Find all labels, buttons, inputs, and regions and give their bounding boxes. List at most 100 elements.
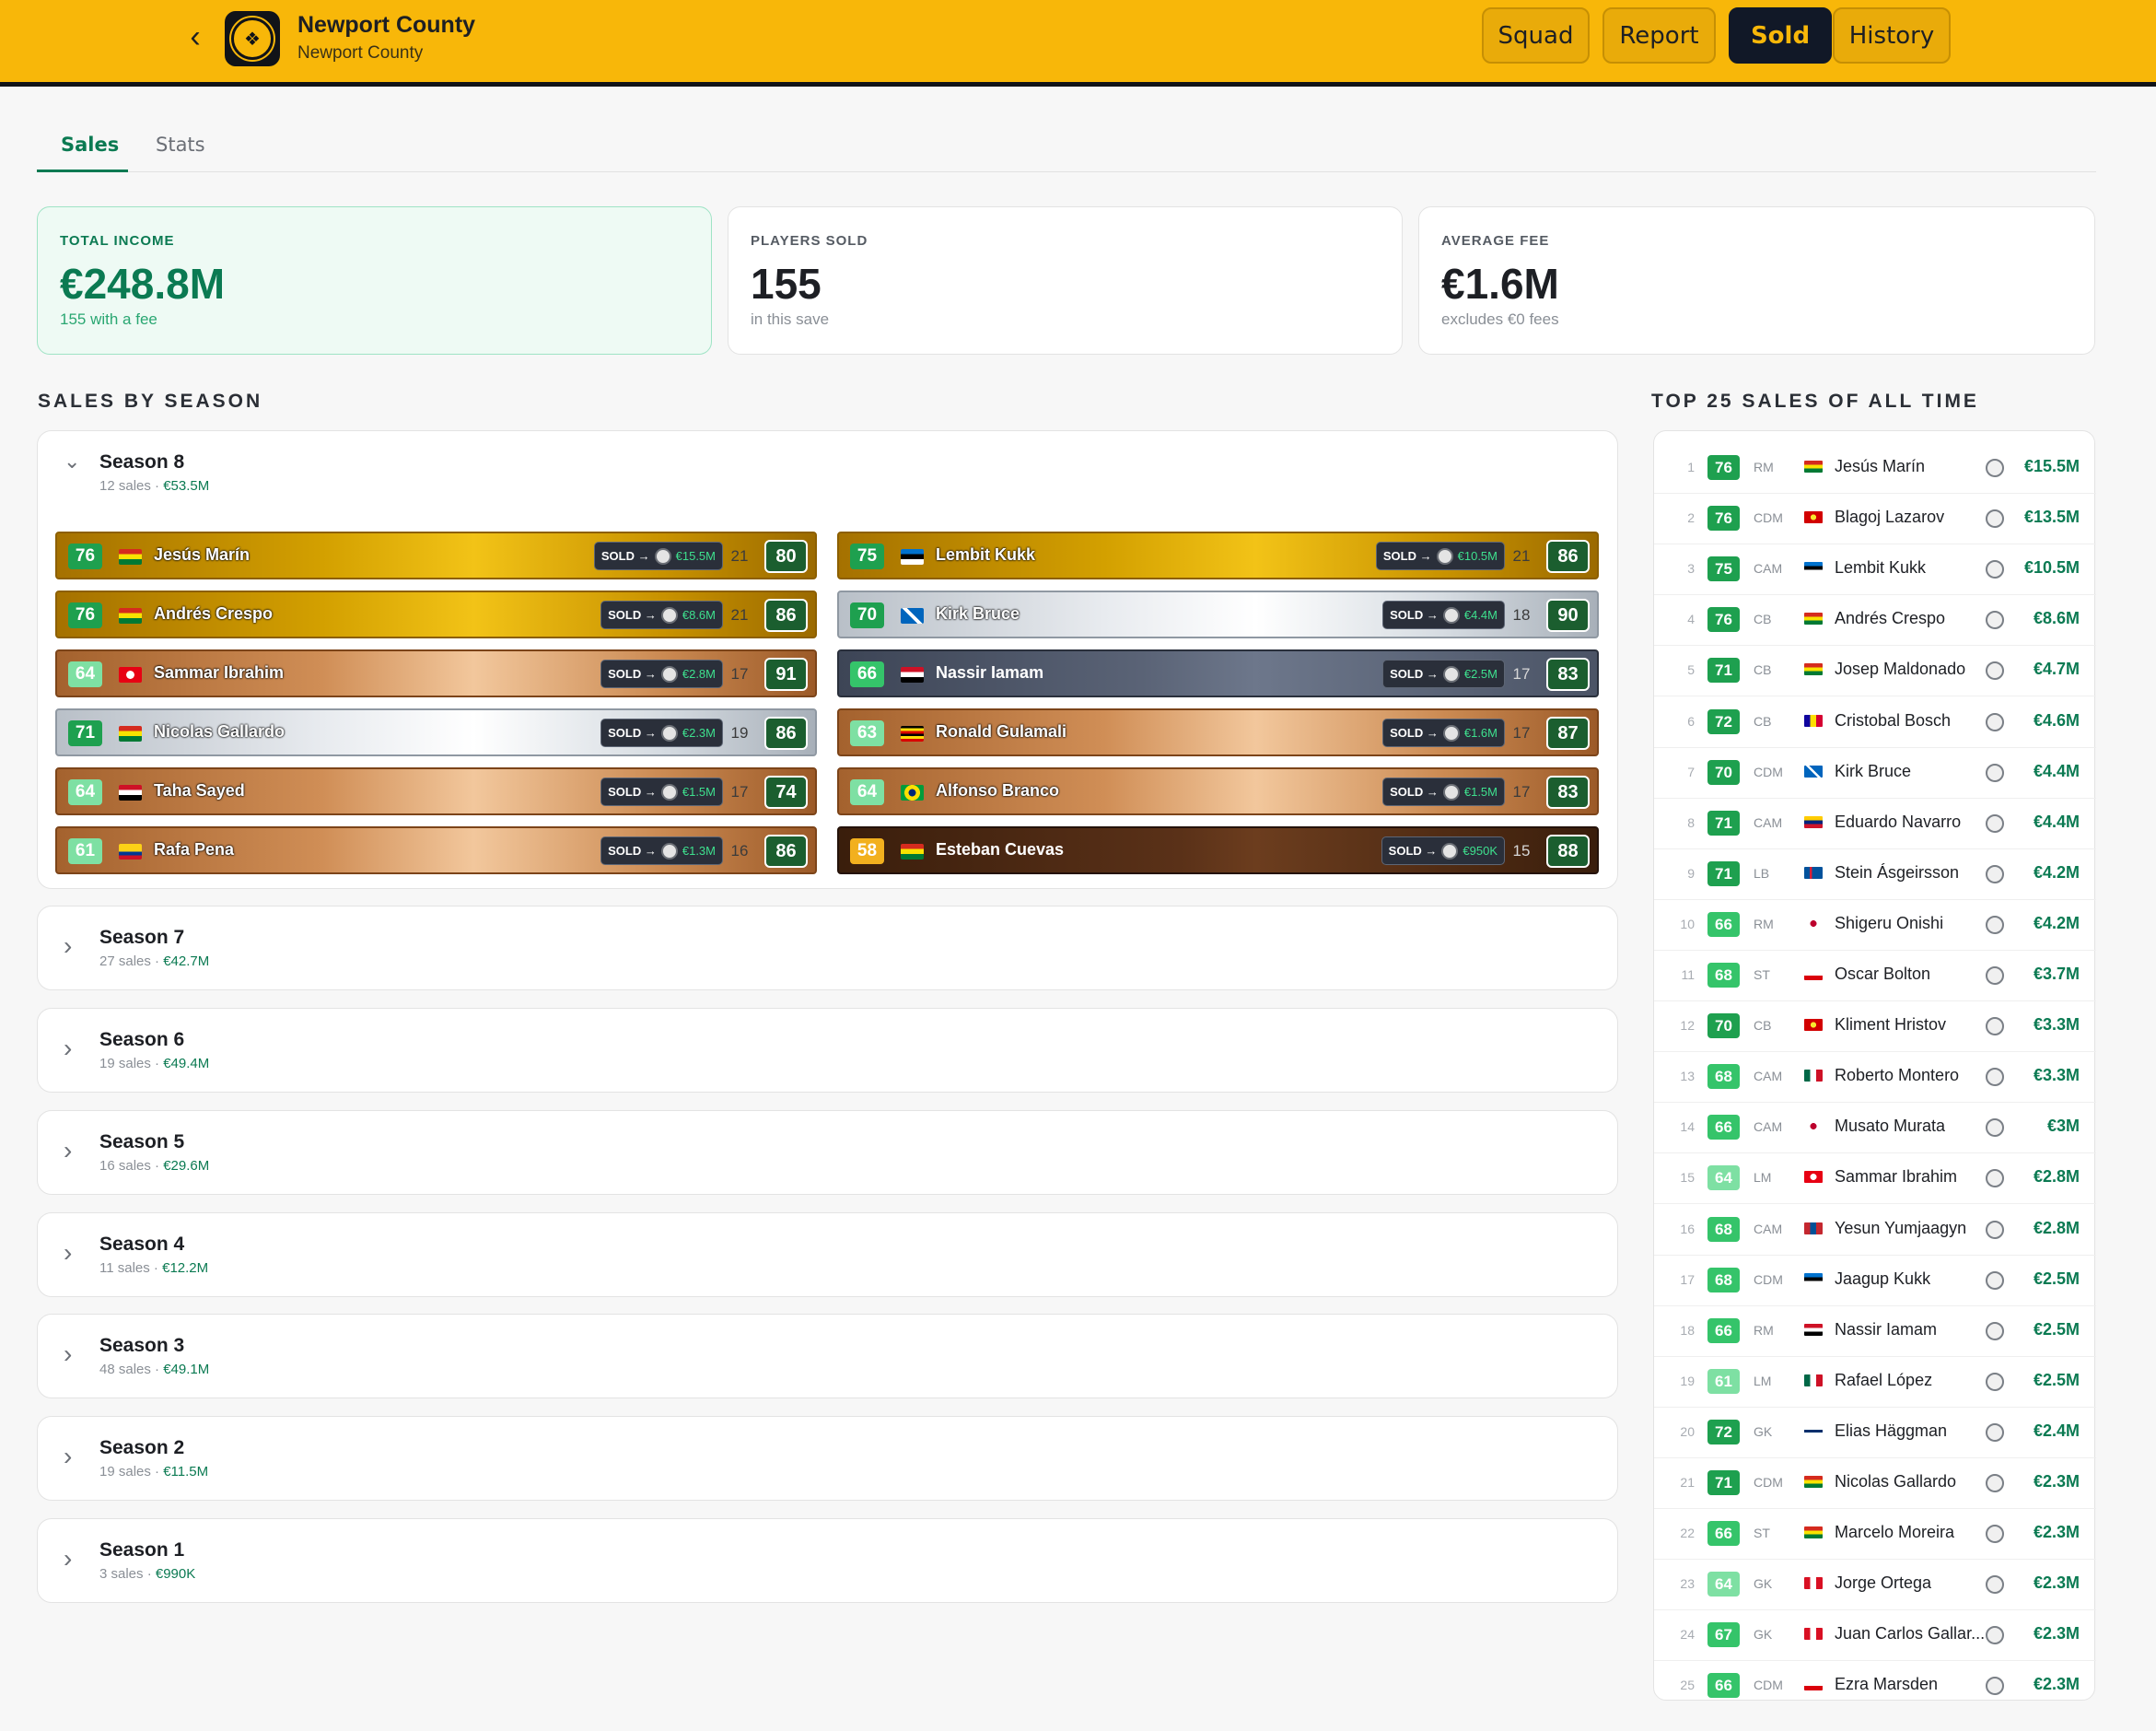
top-sale-row[interactable]: 11 68 ST Oscar Bolton €3.7M bbox=[1654, 951, 2096, 1001]
top-sale-row[interactable]: 18 66 RM Nassir Iamam €2.5M bbox=[1654, 1306, 2096, 1357]
nav-squad-button[interactable]: Squad bbox=[1482, 7, 1590, 64]
player-name: Yesun Yumjaagyn bbox=[1835, 1218, 1967, 1237]
player-position: LB bbox=[1754, 865, 1770, 881]
sale-fee: €4.7M bbox=[2033, 660, 2080, 679]
top-sale-row[interactable]: 15 64 LM Sammar Ibrahim €2.8M bbox=[1654, 1153, 2096, 1205]
season-panel[interactable]: › Season 5 16 sales · €29.6M bbox=[37, 1110, 1618, 1195]
season-panel[interactable]: › Season 3 48 sales · €49.1M bbox=[37, 1314, 1618, 1398]
player-overall: 75 bbox=[850, 544, 884, 569]
sale-fee: €4.2M bbox=[2033, 862, 2080, 882]
top-sale-row[interactable]: 21 71 CDM Nicolas Gallardo €2.3M bbox=[1654, 1458, 2096, 1509]
player-overall: 61 bbox=[1707, 1368, 1740, 1394]
sale-rank: 18 bbox=[1680, 1322, 1695, 1338]
player-card[interactable]: 71 Nicolas Gallardo SOLD → €2.3M 19 86 bbox=[55, 708, 817, 756]
season-meta-separator: · bbox=[143, 1566, 156, 1582]
player-card[interactable]: 76 Jesús Marín SOLD → €15.5M 21 80 bbox=[55, 532, 817, 579]
player-position: CAM bbox=[1754, 1069, 1783, 1084]
season-panel[interactable]: › Season 2 19 sales · €11.5M bbox=[37, 1416, 1618, 1501]
sale-fee: €2.5M bbox=[1463, 667, 1498, 681]
player-name: Ezra Marsden bbox=[1835, 1675, 1939, 1694]
top-sale-row[interactable]: 3 75 CAM Lembit Kukk €10.5M bbox=[1654, 544, 2096, 596]
chevron-right-icon[interactable]: › bbox=[64, 1339, 72, 1369]
chevron-right-icon[interactable]: › bbox=[64, 1034, 72, 1063]
player-age: 19 bbox=[730, 724, 749, 742]
chevron-right-icon[interactable]: › bbox=[64, 931, 72, 961]
player-name: Josep Maldonado bbox=[1835, 660, 1966, 679]
player-card[interactable]: 64 Taha Sayed SOLD → €1.5M 17 74 bbox=[55, 767, 817, 815]
player-overall: 66 bbox=[1707, 1673, 1740, 1699]
chevron-right-icon[interactable]: › bbox=[64, 1238, 72, 1268]
chevron-down-icon[interactable]: ⌄ bbox=[64, 450, 80, 474]
top-sale-row[interactable]: 9 71 LB Stein Ásgeirsson €4.2M bbox=[1654, 849, 2096, 900]
player-overall: 76 bbox=[1707, 607, 1740, 633]
player-potential: 86 bbox=[764, 835, 808, 868]
season-panel[interactable]: › Season 7 27 sales · €42.7M bbox=[37, 906, 1618, 990]
top-sale-row[interactable]: 17 68 CDM Jaagup Kukk €2.5M bbox=[1654, 1256, 2096, 1306]
player-card[interactable]: 63 Ronald Gulamali SOLD → €1.6M 17 87 bbox=[837, 708, 1599, 756]
season-panel[interactable]: › Season 1 3 sales · €990K bbox=[37, 1518, 1618, 1603]
nav-sold-button[interactable]: Sold bbox=[1729, 7, 1832, 64]
sale-fee: €3.7M bbox=[2033, 965, 2080, 983]
season-panel[interactable]: ⌄ Season 8 12 sales · €53.5M 76 Jesús Marín S… bbox=[37, 430, 1618, 889]
top-sale-row[interactable]: 25 66 CDM Ezra Marsden €2.3M bbox=[1654, 1661, 2096, 1712]
player-potential: 90 bbox=[1546, 599, 1590, 632]
top-sale-row[interactable]: 14 66 CAM Musato Murata €3M bbox=[1654, 1103, 2096, 1154]
top-sale-row[interactable]: 16 68 CAM Yesun Yumjaagyn €2.8M bbox=[1654, 1205, 2096, 1256]
buying-club-icon bbox=[1986, 459, 2004, 477]
player-name: Kliment Hristov bbox=[1835, 1015, 1947, 1035]
chevron-right-icon[interactable]: › bbox=[64, 1544, 72, 1573]
tab-stats[interactable]: Stats bbox=[156, 134, 205, 156]
top-sale-row[interactable]: 13 68 CAM Roberto Montero €3.3M bbox=[1654, 1052, 2096, 1104]
top-sale-row[interactable]: 22 66 ST Marcelo Moreira €2.3M bbox=[1654, 1509, 2096, 1561]
season-meta-separator: · bbox=[150, 953, 164, 969]
buying-club-icon bbox=[1986, 1422, 2004, 1442]
top-sale-row[interactable]: 20 72 GK Elias Häggman €2.4M bbox=[1654, 1408, 2096, 1458]
player-name: Stein Ásgeirsson bbox=[1835, 862, 1960, 882]
player-card[interactable]: 64 Sammar Ibrahim SOLD → €2.8M 17 91 bbox=[55, 649, 817, 697]
player-card[interactable]: 66 Nassir Iamam SOLD → €2.5M 17 83 bbox=[837, 649, 1599, 697]
player-position: RM bbox=[1754, 1322, 1774, 1338]
season-panel[interactable]: › Season 4 11 sales · €12.2M bbox=[37, 1212, 1618, 1297]
chevron-right-icon[interactable]: › bbox=[64, 1442, 72, 1471]
player-position: LM bbox=[1754, 1373, 1772, 1388]
sale-fee: €2.3M bbox=[682, 726, 716, 740]
season-total: €53.5M bbox=[163, 478, 210, 494]
top-sale-row[interactable]: 12 70 CB Kliment Hristov €3.3M bbox=[1654, 1001, 2096, 1053]
top-sale-row[interactable]: 1 76 RM Jesús Marín €15.5M bbox=[1654, 443, 2096, 494]
nation-flag-icon bbox=[1804, 1526, 1823, 1539]
buying-club-icon bbox=[1986, 661, 2004, 681]
player-card[interactable]: 61 Rafa Pena SOLD → €1.3M 16 86 bbox=[55, 826, 817, 874]
top-sale-row[interactable]: 8 71 CAM Eduardo Navarro €4.4M bbox=[1654, 799, 2096, 849]
player-card[interactable]: 58 Esteban Cuevas SOLD → €950K 15 88 bbox=[837, 826, 1599, 874]
top-sale-row[interactable]: 23 64 GK Jorge Ortega €2.3M bbox=[1654, 1560, 2096, 1611]
player-age: 18 bbox=[1512, 606, 1531, 624]
top-sale-row[interactable]: 19 61 LM Rafael López €2.5M bbox=[1654, 1357, 2096, 1408]
player-overall: 72 bbox=[1707, 708, 1740, 734]
back-chevron-icon[interactable]: ‹ bbox=[181, 20, 209, 53]
season-total: €42.7M bbox=[163, 953, 210, 969]
player-overall: 76 bbox=[1707, 455, 1740, 480]
top-sale-row[interactable]: 24 67 GK Juan Carlos Gallar... €2.3M bbox=[1654, 1610, 2096, 1662]
player-position: CB bbox=[1754, 612, 1772, 627]
top-sale-row[interactable]: 7 70 CDM Kirk Bruce €4.4M bbox=[1654, 748, 2096, 799]
sale-fee: €10.5M bbox=[1457, 549, 1498, 563]
sale-rank: 13 bbox=[1680, 1069, 1695, 1084]
sale-fee: €2.3M bbox=[2033, 1675, 2080, 1694]
top-sale-row[interactable]: 5 71 CB Josep Maldonado €4.7M bbox=[1654, 646, 2096, 697]
player-card[interactable]: 76 Andrés Crespo SOLD → €8.6M 21 86 bbox=[55, 591, 817, 638]
nation-flag-icon bbox=[1804, 1070, 1823, 1082]
player-card[interactable]: 64 Alfonso Branco SOLD → €1.5M 17 83 bbox=[837, 767, 1599, 815]
top-sale-row[interactable]: 4 76 CB Andrés Crespo €8.6M bbox=[1654, 595, 2096, 647]
tab-sales[interactable]: Sales bbox=[61, 134, 119, 156]
buying-club-icon bbox=[1986, 763, 2004, 782]
chevron-right-icon[interactable]: › bbox=[64, 1136, 72, 1165]
top-sale-row[interactable]: 2 76 CDM Blagoj Lazarov €13.5M bbox=[1654, 494, 2096, 545]
club-subtitle: Newport County bbox=[297, 43, 424, 63]
top-sale-row[interactable]: 6 72 CB Cristobal Bosch €4.6M bbox=[1654, 697, 2096, 748]
nav-report-button[interactable]: Report bbox=[1602, 7, 1716, 64]
top-sale-row[interactable]: 10 66 RM Shigeru Onishi €4.2M bbox=[1654, 900, 2096, 951]
nav-history-button[interactable]: History bbox=[1833, 7, 1951, 64]
player-card[interactable]: 75 Lembit Kukk SOLD → €10.5M 21 86 bbox=[837, 532, 1599, 579]
season-panel[interactable]: › Season 6 19 sales · €49.4M bbox=[37, 1008, 1618, 1093]
player-card[interactable]: 70 Kirk Bruce SOLD → €4.4M 18 90 bbox=[837, 591, 1599, 638]
